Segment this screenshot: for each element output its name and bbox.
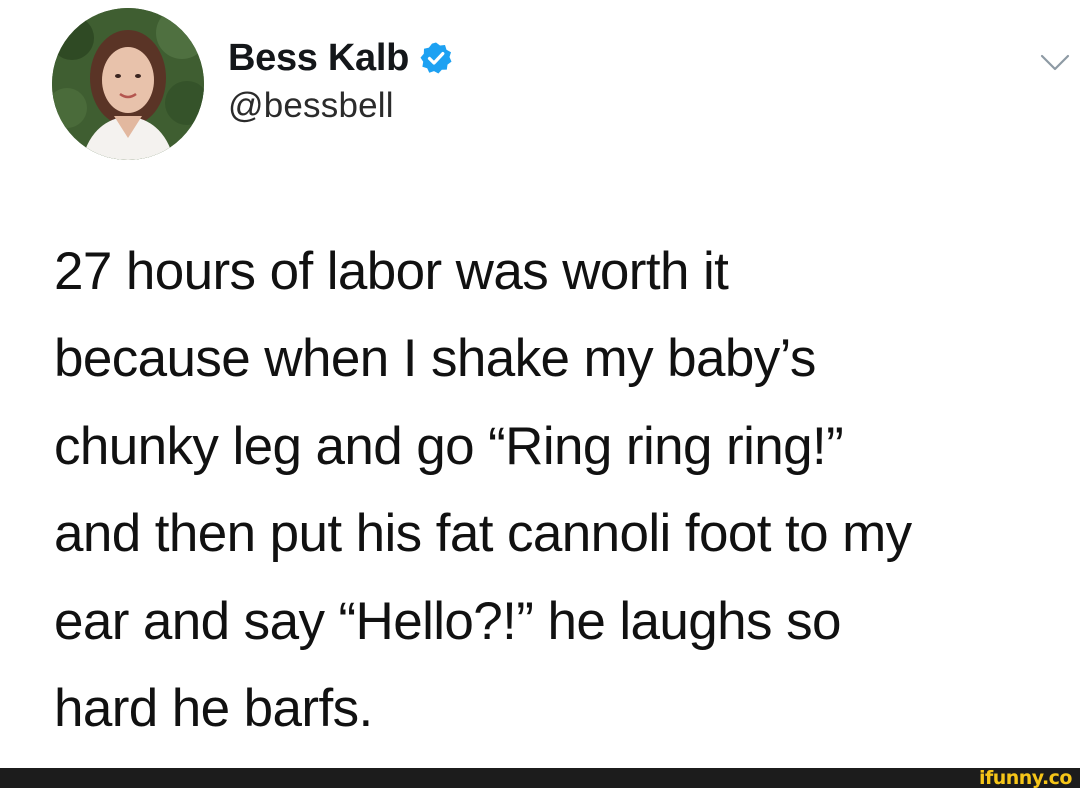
- author-name-row: Bess Kalb: [228, 34, 453, 82]
- verified-badge-icon: [419, 41, 453, 75]
- author-display-name[interactable]: Bess Kalb: [228, 37, 409, 80]
- tweet-text-line: chunky leg and go “Ring ring ring!”: [54, 416, 844, 476]
- tweet-text-line: and then put his fat cannoli foot to my: [54, 504, 912, 564]
- tweet-card: Bess Kalb @bessbell 27 hours of labor wa…: [0, 0, 1080, 768]
- tweet-text-line: because when I shake my baby’s: [54, 329, 816, 389]
- ifunny-watermark: ifunny.co: [978, 767, 1073, 789]
- tweet-body: 27 hours of labor was worth it because w…: [54, 228, 1054, 752]
- watermark-bar: ifunny.co: [0, 768, 1080, 788]
- profile-photo-icon: [52, 8, 204, 160]
- author-handle[interactable]: @bessbell: [228, 86, 394, 126]
- tweet-text-line: hard he barfs.: [54, 679, 373, 739]
- tweet-text-line: 27 hours of labor was worth it: [54, 242, 729, 301]
- avatar[interactable]: [52, 8, 204, 160]
- chevron-down-icon[interactable]: [1040, 52, 1070, 74]
- tweet-text-line: ear and say “Hello?!” he laughs so: [54, 591, 841, 651]
